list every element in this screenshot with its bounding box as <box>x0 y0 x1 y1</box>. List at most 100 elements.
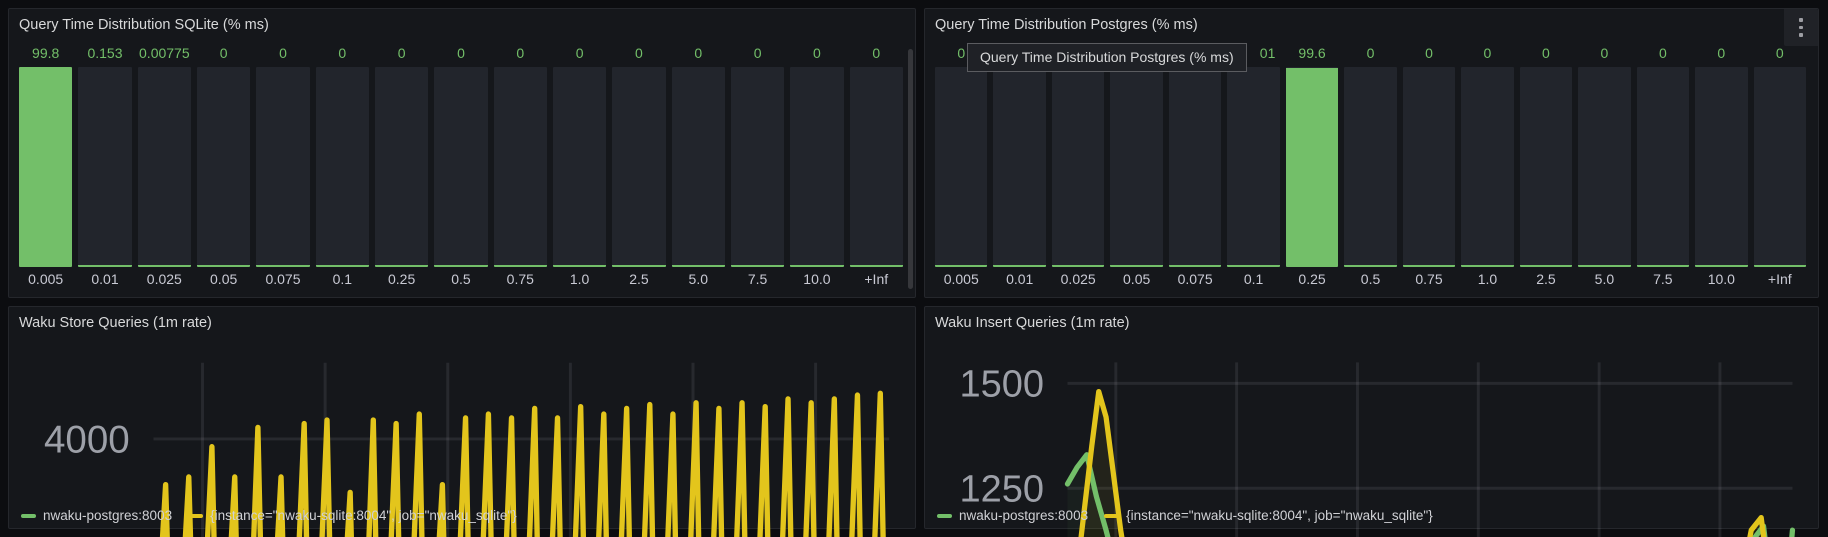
bar-value-label: 0 <box>1578 45 1630 67</box>
bar-track <box>1637 67 1689 267</box>
bar-track <box>935 67 987 267</box>
bar-fill <box>612 265 665 267</box>
legend: nwaku-postgres:8003 {instance="nwaku-sqli… <box>21 508 517 523</box>
bar-column: 99.80.005 <box>19 45 72 291</box>
bar-value-label: 0 <box>672 45 725 67</box>
bar-fill <box>434 265 487 267</box>
bar-column: 00.5 <box>434 45 487 291</box>
bar-column: 02.5 <box>612 45 665 291</box>
bar-fill <box>993 265 1045 267</box>
legend-item[interactable]: nwaku-postgres:8003 <box>21 508 172 523</box>
bar-track <box>1344 67 1396 267</box>
bar-track <box>790 67 843 267</box>
bar-bin-label: 0.5 <box>1344 267 1396 291</box>
bar-column: 00.25 <box>375 45 428 291</box>
bar-column: 0.01 <box>993 45 1045 291</box>
legend-item[interactable]: {instance="nwaku-sqlite:8004", job="nwak… <box>1104 508 1433 523</box>
bar-fill <box>256 265 309 267</box>
bar-fill <box>1578 265 1630 267</box>
bar-column: 05.0 <box>1578 45 1630 291</box>
bar-fill <box>731 265 784 267</box>
bar-track <box>1520 67 1572 267</box>
legend-item[interactable]: nwaku-postgres:8003 <box>937 508 1088 523</box>
bar-track <box>672 67 725 267</box>
bar-bin-label: 0.025 <box>138 267 191 291</box>
bar-column: 00.5 <box>1344 45 1396 291</box>
bar-column: 0 +Inf <box>850 45 903 291</box>
bar-value-label: 0 <box>197 45 250 67</box>
bar-bin-label: 5.0 <box>1578 267 1630 291</box>
bar-track <box>1110 67 1162 267</box>
bar-column: 05.0 <box>672 45 725 291</box>
bar-column: 0.1530.01 <box>78 45 131 291</box>
bar-value-label: 01 <box>1241 45 1293 67</box>
bar-fill <box>19 67 72 267</box>
bar-fill <box>1286 68 1338 267</box>
panel-postgres-histogram: Query Time Distribution Postgres (% ms) … <box>924 8 1819 298</box>
bar-bin-label: 0.1 <box>1227 267 1279 291</box>
y-tick-label: 1250 <box>960 468 1045 510</box>
panel-title[interactable]: Query Time Distribution SQLite (% ms) <box>19 17 875 33</box>
bar-column: 00.75 <box>494 45 547 291</box>
bar-track <box>731 67 784 267</box>
bar-fill <box>494 265 547 267</box>
bar-column: 02.5 <box>1520 45 1572 291</box>
bar-bin-label: +Inf <box>850 267 903 291</box>
bar-track <box>1403 67 1455 267</box>
bar-bin-label: 0.05 <box>197 267 250 291</box>
bar-track <box>494 67 547 267</box>
bar-column: 00.75 <box>1403 45 1455 291</box>
legend-item[interactable]: {instance="nwaku-sqlite:8004", job="nwak… <box>188 508 517 523</box>
bar-bin-label: 10.0 <box>1695 267 1747 291</box>
bar-column: 01.0 <box>553 45 606 291</box>
bar-value-label: 0 <box>850 45 903 67</box>
panel-title[interactable]: Query Time Distribution Postgres (% ms) <box>935 17 1778 33</box>
bar-track <box>434 67 487 267</box>
legend-label: nwaku-postgres:8003 <box>43 508 172 523</box>
bar-fill <box>1110 265 1162 267</box>
bar-bin-label: 0.05 <box>1110 267 1162 291</box>
bar-track <box>1286 67 1338 267</box>
legend-label: nwaku-postgres:8003 <box>959 508 1088 523</box>
bar-bin-label: 1.0 <box>553 267 606 291</box>
bar-track <box>1754 67 1806 267</box>
bar-fill <box>316 265 369 267</box>
bar-column: 0+Inf <box>1754 45 1806 291</box>
bar-bin-label: 0.01 <box>993 267 1045 291</box>
bar-track <box>78 67 131 267</box>
legend-swatch-icon <box>21 514 36 518</box>
bar-value-label: 0 <box>553 45 606 67</box>
bar-bin-label: 0.075 <box>1169 267 1221 291</box>
bar-bin-label: 2.5 <box>612 267 665 291</box>
y-tick-label: 1500 <box>960 364 1045 406</box>
bar-fill <box>78 265 131 267</box>
series-area <box>1067 455 1792 537</box>
panel-title[interactable]: Waku Store Queries (1m rate) <box>19 315 875 331</box>
bar-bin-label: 0.25 <box>375 267 428 291</box>
bar-fill <box>1520 265 1572 267</box>
bar-track <box>1695 67 1747 267</box>
bar-track <box>1052 67 1104 267</box>
bar-value-label: 0 <box>1695 45 1747 67</box>
bar-fill <box>935 265 987 267</box>
panel-title[interactable]: Waku Insert Queries (1m rate) <box>935 315 1778 331</box>
bar-fill <box>1754 265 1806 267</box>
bar-column: 01.0 <box>1461 45 1513 291</box>
bar-fill <box>1461 265 1513 267</box>
bar-value-label: 0.153 <box>78 45 131 67</box>
bar-fill <box>850 265 903 267</box>
bar-column: 00.05 <box>197 45 250 291</box>
bar-bin-label: 0.005 <box>19 267 72 291</box>
legend-swatch-icon <box>188 514 203 518</box>
bar-fill <box>1052 265 1104 267</box>
scrollbar[interactable] <box>908 49 913 289</box>
bar-column: 010.1 <box>1227 45 1279 291</box>
bar-track <box>1227 67 1279 267</box>
panel-menu-button[interactable] <box>1784 9 1818 46</box>
bar-value-label: 0 <box>434 45 487 67</box>
bar-bin-label: 0.1 <box>316 267 369 291</box>
bar-gauge: 00.0050.010.0250.050.075010.199.60.2500.… <box>935 45 1806 291</box>
bar-value-label: 0 <box>1754 45 1806 67</box>
panel-waku-insert-queries: Waku Insert Queries (1m rate) 7501000125… <box>924 306 1819 529</box>
bar-bin-label: 2.5 <box>1520 267 1572 291</box>
